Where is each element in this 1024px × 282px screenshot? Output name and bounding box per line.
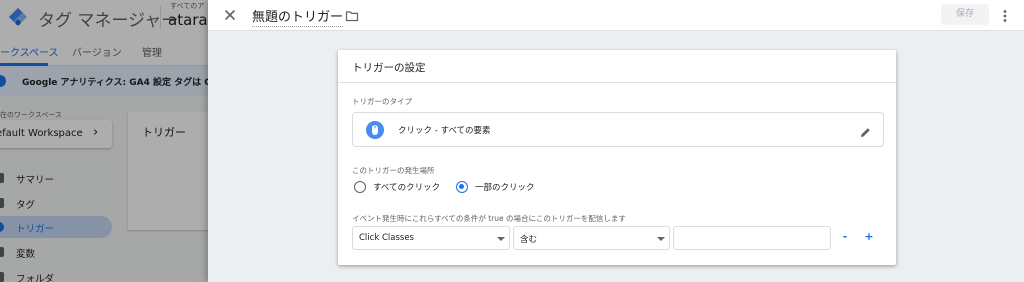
radio-all-clicks-label: すべてのクリック [373,183,441,193]
close-icon[interactable] [222,7,238,23]
variable-value: Click Classes [359,233,414,243]
condition-label: イベント発生時にこれらすべての条件が true の場合にこのトリガーを配信します [352,214,626,223]
chevron-down-icon [497,237,505,241]
variable-dropdown[interactable]: Click Classes [352,226,510,250]
card-divider [338,82,896,83]
trigger-type-selector[interactable]: クリック - すべての要素 [352,112,884,147]
trigger-name-field[interactable]: 無題のトリガー [252,6,344,27]
trigger-type-value: クリック - すべての要素 [398,126,491,136]
trigger-type-label: トリガーのタイプ [352,97,412,106]
radio-button [354,181,366,193]
trigger-config-title: トリガーの設定 [352,62,426,74]
fire-on-label: このトリガーの発生場所 [352,166,435,175]
more-vert-icon[interactable] [1002,8,1008,22]
add-condition-button[interactable]: + [861,229,877,245]
trigger-editor-panel: 無題のトリガー 保存 トリガーの設定 トリガーのタイプ クリック - すべての要… [208,0,1024,282]
folder-icon[interactable] [345,8,359,22]
radio-button-checked [456,181,468,193]
edit-pencil-icon[interactable] [859,124,872,137]
trigger-config-card: トリガーの設定 トリガーのタイプ クリック - すべての要素 このトリガーの発生… [338,50,896,265]
remove-condition-button[interactable]: - [837,229,853,245]
condition-value-input[interactable] [673,226,831,250]
chevron-down-icon [657,237,665,241]
operator-value: 含む [520,235,538,245]
operator-dropdown[interactable]: 含む [513,226,670,250]
click-mouse-icon [366,121,384,139]
radio-some-clicks-label: 一部のクリック [475,183,535,193]
modal-scrim[interactable] [0,0,208,282]
save-button[interactable]: 保存 [941,4,989,25]
panel-header: 無題のトリガー 保存 [208,0,1024,31]
